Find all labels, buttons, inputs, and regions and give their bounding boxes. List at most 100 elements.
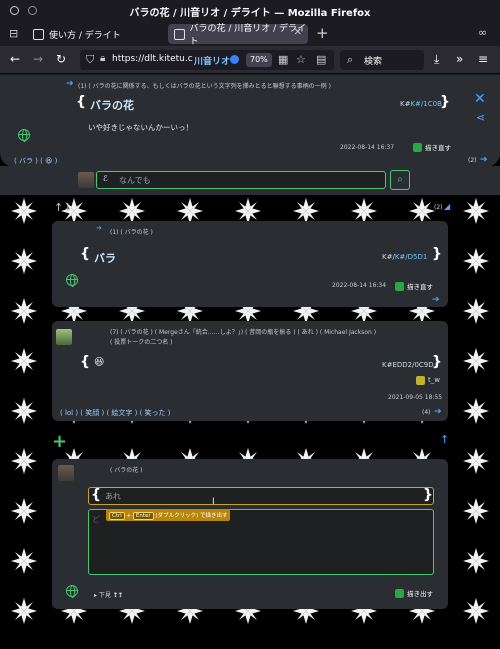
pattern-star-icon xyxy=(11,298,37,324)
forward-arrow-icon[interactable]: ➔ xyxy=(432,295,440,305)
forward-arrow-icon[interactable]: ➔ xyxy=(480,155,488,165)
author-avatar[interactable] xyxy=(56,329,72,345)
pencil-icon xyxy=(413,142,422,152)
pattern-star-icon xyxy=(463,398,489,424)
rss-icon[interactable]: ◢ xyxy=(444,202,450,211)
back-button[interactable]: ← xyxy=(10,52,20,66)
author-icon xyxy=(416,376,425,385)
card-emoji-tags[interactable]: ( lol ) ( 笑顔 ) ( 絵文字 ) ( 笑った ) xyxy=(60,408,171,418)
main-search-input[interactable]: ℰ なんでも xyxy=(96,171,386,189)
top-post-title[interactable]: バラの花 xyxy=(90,97,134,113)
top-post-card: ➔ (1) ( バラの花に関係する、もしくはバラの花という文字列を挿みとると聯想… xyxy=(0,75,500,167)
add-button[interactable]: + xyxy=(52,431,67,452)
ctrl-key: Ctrl xyxy=(109,512,125,520)
code-link[interactable]: K#/1C0B xyxy=(410,100,441,108)
composer-card: ( バラの花 ) { あれ } I ど ▸ 下見 ❢❢ 描き出す xyxy=(52,459,448,609)
redraw-button[interactable]: 描き直す xyxy=(410,141,455,153)
pattern-star-icon xyxy=(463,298,489,324)
tab-bar: ⊟ 使い方 / デライト バラの花 / 川音リオ / デライト ✕ + ∞ xyxy=(0,22,500,47)
reply-arrow-icon: ➔ xyxy=(96,224,102,232)
globe-icon[interactable] xyxy=(66,274,78,287)
card-emoji-title[interactable]: 😆 xyxy=(94,357,104,368)
card-emoji-timestamp: 2021-09-05 18:55 xyxy=(388,394,443,401)
card-emoji-author[interactable]: t_w xyxy=(428,376,440,384)
close-icon[interactable]: ✕ xyxy=(474,91,486,107)
forward-button[interactable]: → xyxy=(33,52,43,66)
brace-close: } xyxy=(423,487,433,503)
sort-arrows-icon[interactable]: ↑↓ xyxy=(54,201,72,214)
search-icon: ⌕ xyxy=(347,53,354,66)
keyboard-icon: ℰ xyxy=(103,174,108,183)
globe-icon[interactable] xyxy=(18,129,30,142)
card-emoji: (7) ( バラの花 ) ( Mergeさん「統合……しよ？」) ( 昔岡の瓶を… xyxy=(52,321,448,421)
download-icon[interactable]: ⤓ xyxy=(434,52,439,67)
card-emoji-count: (4) xyxy=(422,409,431,416)
pattern-star-icon xyxy=(11,548,37,574)
zoom-level[interactable]: 70% xyxy=(246,53,272,67)
code-link[interactable]: K#/D5D1 xyxy=(395,253,428,261)
page-viewport: ➔ (1) ( バラの花に関係する、もしくはバラの花という文字列を挿みとると聯想… xyxy=(0,75,500,649)
shield-icon[interactable]: ⛉ xyxy=(86,53,94,67)
text-cursor-icon: I xyxy=(212,497,215,507)
card-emoji-breadcrumb-2: ( 投票トークの二つ名 ) xyxy=(110,339,173,346)
nav-toolbar: ← → ↻ ⛉ 🔒︎ https://dlt.kitetu.c 川音リオ 70%… xyxy=(0,46,500,74)
url-user-label: 川音リオ xyxy=(194,57,231,67)
scroll-up-icon[interactable]: ↑ xyxy=(440,433,449,446)
composer-breadcrumb: ( バラの花 ) xyxy=(110,467,143,474)
window-titlebar: バラの花 / 川音リオ / デライト — Mozilla Firefox xyxy=(0,0,500,22)
pattern-star-icon xyxy=(463,448,489,474)
reader-icon[interactable]: ▤ xyxy=(316,53,326,66)
reload-button[interactable]: ↻ xyxy=(56,52,66,66)
search-input-placeholder: なんでも xyxy=(119,176,151,185)
card-bara-title[interactable]: バラ xyxy=(94,250,116,266)
tab-list-icon[interactable]: ⊟ xyxy=(9,27,18,40)
pencil-icon xyxy=(395,588,404,598)
composer-input-value[interactable]: あれ xyxy=(105,491,121,502)
qr-icon[interactable]: ▦ xyxy=(278,53,288,66)
pattern-star-icon xyxy=(463,198,489,224)
user-avatar[interactable] xyxy=(58,465,74,481)
share-icon[interactable]: ⋖ xyxy=(476,111,485,124)
close-tab-icon[interactable]: ✕ xyxy=(294,27,302,38)
card-emoji-code[interactable]: K#EDD2/0C9D xyxy=(382,361,434,369)
brace-close: } xyxy=(432,246,442,262)
search-submit-button[interactable]: ⌕ xyxy=(390,170,410,190)
user-avatar[interactable] xyxy=(78,172,94,188)
tag-row[interactable]: ( バラ ) ( 😆 ) xyxy=(14,156,57,166)
pattern-star-icon xyxy=(11,498,37,524)
brace-open: { xyxy=(91,487,101,503)
draw-button[interactable]: 描き出す xyxy=(392,587,437,599)
url-text[interactable]: https://dlt.kitetu.c xyxy=(112,54,193,64)
top-post-code[interactable]: K#K#/1C0B xyxy=(400,100,442,108)
redraw-label: 描き直す xyxy=(425,144,451,152)
pattern-star-icon xyxy=(463,248,489,274)
status-dot-icon xyxy=(230,55,239,64)
globe-icon[interactable] xyxy=(66,585,78,598)
overflow-chevron-icon[interactable]: » xyxy=(456,52,463,66)
pattern-star-icon xyxy=(11,198,37,224)
draw-label: 描き出す xyxy=(407,590,433,598)
hint-text: (ダブルクリック) で描き出す xyxy=(155,513,228,519)
redraw-button[interactable]: 描き直す xyxy=(392,280,437,292)
menu-icon[interactable]: ≡ xyxy=(478,52,488,66)
bookmark-star-icon[interactable]: ☆ xyxy=(296,53,306,66)
tab-usage[interactable]: 使い方 / デライト xyxy=(27,24,165,44)
search-field[interactable]: ⌕ 検索 xyxy=(340,50,424,70)
address-bar[interactable]: ⛉ 🔒︎ https://dlt.kitetu.c 川音リオ 70% ▦ ☆ ▤ xyxy=(80,50,334,70)
lock-icon[interactable]: 🔒︎ xyxy=(100,53,105,64)
brace-open: { xyxy=(80,354,90,370)
window-title: バラの花 / 川音リオ / デライト — Mozilla Firefox xyxy=(129,8,371,19)
card-bara-code[interactable]: K#/K#/D5D1 xyxy=(382,253,427,261)
new-tab-button[interactable]: + xyxy=(316,24,329,42)
private-mask-icon: ∞ xyxy=(478,26,488,39)
pattern-star-icon xyxy=(463,348,489,374)
preview-label[interactable]: ▸ 下見 ❢❢ xyxy=(94,590,123,599)
composer-title-input[interactable]: { あれ } xyxy=(88,487,434,505)
tab-current[interactable]: バラの花 / 川音リオ / デライト ✕ xyxy=(168,24,308,47)
top-post-timestamp: 2022-08-14 16:37 xyxy=(340,144,395,151)
enter-key: Enter xyxy=(132,512,154,520)
forward-arrow-icon[interactable]: ➔ xyxy=(434,407,442,417)
pattern-star-icon xyxy=(11,448,37,474)
pattern-star-icon xyxy=(11,398,37,424)
brace-open: { xyxy=(80,246,90,262)
